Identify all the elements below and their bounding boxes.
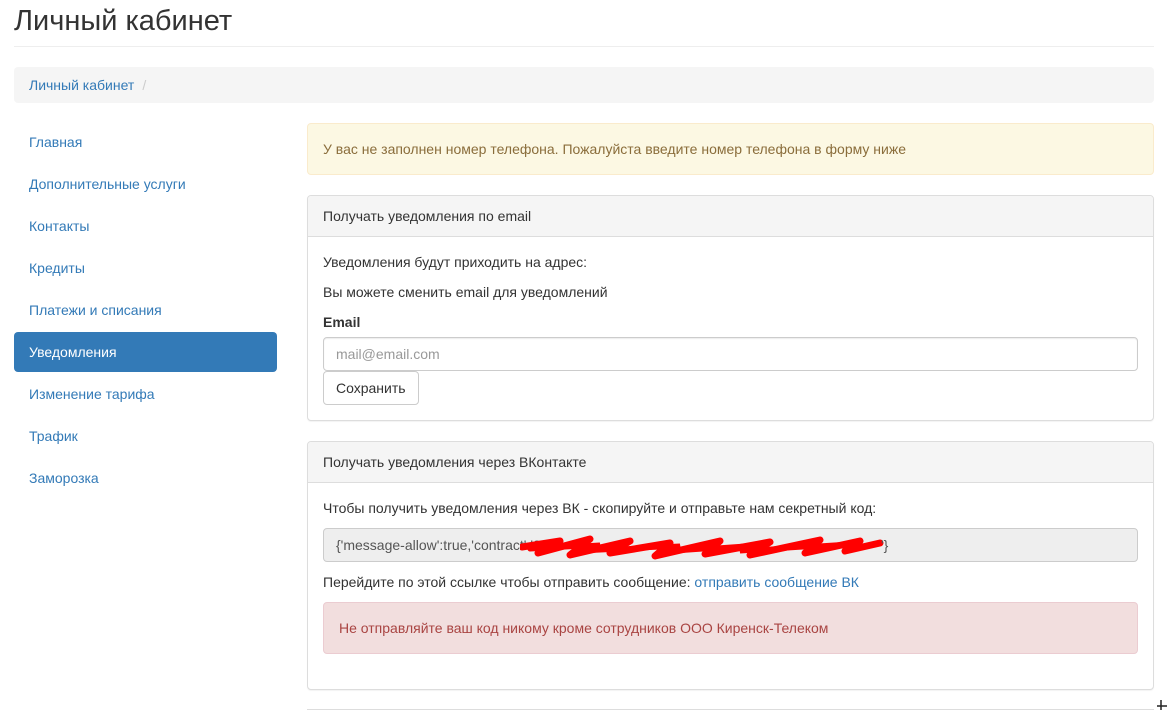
vk-instruction-text: Чтобы получить уведомления через ВК - ск… (323, 500, 877, 516)
vk-panel-body: Чтобы получить уведомления через ВК - ск… (308, 483, 1153, 669)
email-address-text: Уведомления будут приходить на адрес: (323, 254, 588, 270)
vk-link-row: Перейдите по этой ссылке чтобы отправить… (323, 572, 1138, 592)
email-notifications-panel: Получать уведомления по email Уведомлени… (307, 195, 1154, 421)
breadcrumb: Личный кабинет / (14, 67, 1154, 103)
sidebar-nav: Главная Дополнительные услуги Контакты К… (14, 122, 277, 500)
save-button[interactable]: Сохранить (323, 371, 419, 405)
sidebar-item-payments[interactable]: Платежи и списания (14, 290, 277, 330)
next-panel-top-border (307, 709, 1154, 710)
email-change-text: Вы можете сменить email для уведомлений (323, 284, 608, 300)
send-vk-message-link[interactable]: отправить сообщение ВК (694, 574, 859, 590)
secret-code-field[interactable]: {'message-allow':true,'contract':'0 '} (323, 528, 1138, 562)
vk-notifications-panel: Получать уведомления через ВКонтакте Что… (307, 441, 1154, 690)
sidebar-item-contacts[interactable]: Контакты (14, 206, 277, 246)
email-panel-heading: Получать уведомления по email (308, 196, 1153, 237)
vk-link-prefix: Перейдите по этой ссылке чтобы отправить… (323, 574, 691, 590)
sidebar-item-change-tariff[interactable]: Изменение тарифа (14, 374, 277, 414)
secret-code-prefix: {'message-allow':true,'contract':'0 (336, 537, 541, 553)
breadcrumb-separator: / (142, 77, 147, 93)
vk-panel-heading: Получать уведомления через ВКонтакте (308, 442, 1153, 483)
email-field-label: Email (323, 314, 361, 330)
main-content: У вас не заполнен номер телефона. Пожалу… (307, 123, 1154, 690)
email-field[interactable] (323, 337, 1138, 371)
page-title: Личный кабинет (14, 0, 1154, 47)
breadcrumb-item-cabinet[interactable]: Личный кабинет (29, 77, 134, 93)
phone-warning-alert: У вас не заполнен номер телефона. Пожалу… (307, 123, 1154, 175)
code-danger-alert: Не отправляйте ваш код никому кроме сотр… (323, 602, 1138, 654)
secret-code-suffix: '} (881, 537, 889, 553)
sidebar-item-home[interactable]: Главная (14, 122, 277, 162)
scribble-redaction-icon (520, 535, 884, 560)
sidebar-item-credits[interactable]: Кредиты (14, 248, 277, 288)
email-panel-body: Уведомления будут приходить на адрес: Вы… (308, 237, 1153, 420)
sidebar-item-traffic[interactable]: Трафик (14, 416, 277, 456)
sidebar-item-freeze[interactable]: Заморозка (14, 458, 277, 498)
resize-handle-icon[interactable] (1156, 699, 1168, 711)
sidebar-item-notifications[interactable]: Уведомления (14, 332, 277, 372)
sidebar-item-additional-services[interactable]: Дополнительные услуги (14, 164, 277, 204)
